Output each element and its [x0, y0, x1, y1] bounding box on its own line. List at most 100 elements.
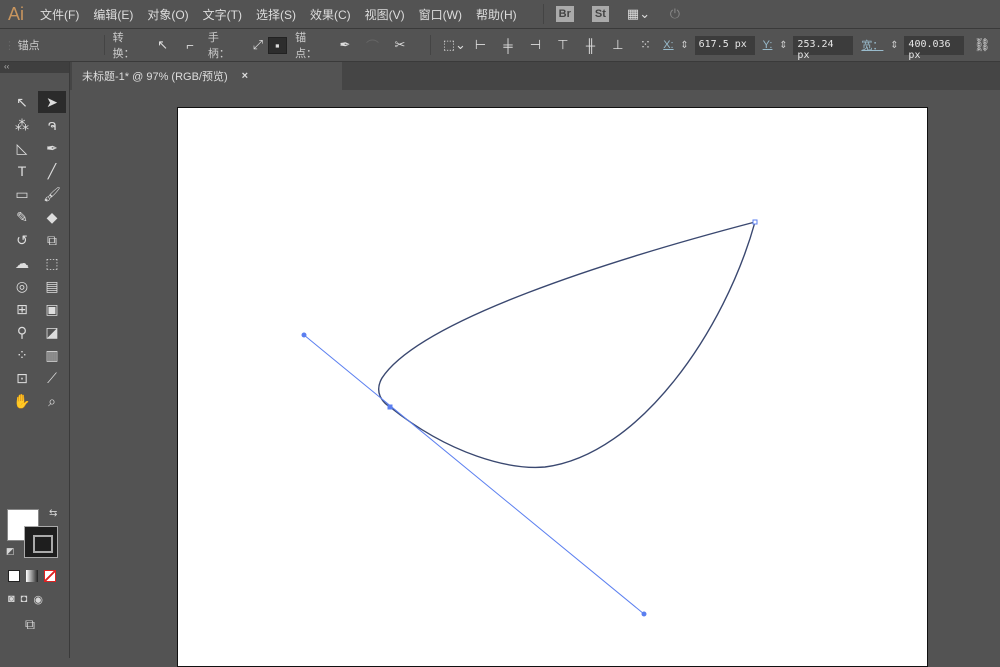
- selected-path[interactable]: [378, 221, 757, 469]
- align-vcenter-icon[interactable]: ╫: [581, 38, 601, 53]
- gradient-mode-icon[interactable]: [26, 570, 38, 582]
- selection-tool-icon[interactable]: ↖: [8, 91, 36, 113]
- color-mode-row: [8, 570, 56, 582]
- draw-normal-icon[interactable]: ◙: [8, 593, 15, 606]
- mesh-tool-icon[interactable]: ⊞: [8, 298, 36, 320]
- connect-anchor-icon[interactable]: ⌒: [363, 36, 383, 55]
- divider: [542, 4, 544, 24]
- handle-point[interactable]: [301, 332, 307, 338]
- y-input[interactable]: 253.24 px: [793, 35, 854, 61]
- hide-handles-icon[interactable]: ▪: [267, 36, 288, 54]
- zoom-tool-icon[interactable]: ⌕: [38, 390, 66, 412]
- convert-corner-icon[interactable]: ↖: [153, 37, 173, 53]
- show-handles-icon[interactable]: ⤢: [248, 37, 268, 53]
- free-transform-tool-icon[interactable]: ⬚: [38, 252, 66, 274]
- anchor-point-selected[interactable]: [387, 404, 393, 410]
- none-mode-icon[interactable]: [44, 570, 56, 582]
- bridge-button[interactable]: Br: [555, 6, 574, 22]
- artboard-align-icon[interactable]: ⬚⌄: [443, 37, 466, 53]
- anchor-point[interactable]: [752, 219, 758, 225]
- pen-tool-icon[interactable]: ✒: [38, 137, 66, 159]
- tab-document[interactable]: 未标题-1* @ 97% (RGB/预览) ×: [72, 62, 342, 90]
- color-mode-icon[interactable]: [8, 570, 20, 582]
- align-left-icon[interactable]: ⊢: [471, 37, 491, 53]
- constrain-link-icon[interactable]: ⛓: [972, 37, 992, 53]
- rotate-tool-icon[interactable]: ↺: [8, 229, 36, 251]
- stroke-swatch[interactable]: [24, 526, 58, 558]
- draw-behind-icon[interactable]: ◘: [21, 593, 28, 606]
- handle-point[interactable]: [641, 611, 647, 617]
- menu-file[interactable]: 文件(F): [40, 6, 79, 23]
- column-graph-tool-icon[interactable]: ▥: [38, 344, 66, 366]
- draw-inside-icon[interactable]: ◉: [33, 593, 43, 606]
- remove-anchor-icon[interactable]: ✒: [335, 37, 355, 53]
- line-segment-tool-icon[interactable]: ◺: [8, 137, 36, 159]
- handles-label: 手柄：: [207, 32, 230, 60]
- screen-mode-icon[interactable]: ⧉: [25, 616, 35, 633]
- divider: [103, 35, 105, 55]
- divider: [429, 35, 431, 55]
- collapse-button[interactable]: ‹‹: [0, 62, 69, 73]
- width-field: 宽： ⇕ 400.036 px: [861, 35, 965, 61]
- warp-tool-icon[interactable]: ☁: [8, 252, 36, 274]
- gradient-tool-icon[interactable]: ▣: [38, 298, 66, 320]
- y-label: Y:: [762, 39, 773, 51]
- workspace-layout-icon[interactable]: ▦⌄: [627, 6, 650, 22]
- rectangle-tool-icon[interactable]: ▭: [8, 183, 36, 205]
- align-bottom-icon[interactable]: ⊥: [608, 37, 628, 53]
- align-right-icon[interactable]: ⊣: [526, 37, 546, 53]
- menu-help[interactable]: 帮助(H): [476, 6, 517, 23]
- direct-selection-tool-icon[interactable]: ➤: [38, 91, 66, 113]
- tools-panel: ‹‹ ↖ ➤ ⁂ ຈ ◺ ✒ T ╱ ▭ 🖌 ✎ ◆ ↺ ⧉ ☁ ⬚ ◎ ▤ ⊞…: [0, 62, 70, 658]
- close-tab-icon[interactable]: ×: [242, 70, 248, 82]
- y-stepper[interactable]: ⇕: [776, 40, 790, 51]
- scale-tool-icon[interactable]: ⧉: [38, 229, 66, 251]
- menu-window[interactable]: 窗口(W): [419, 6, 462, 23]
- shape-builder-tool-icon[interactable]: ◎: [8, 275, 36, 297]
- slice-tool-icon[interactable]: ⟋: [38, 367, 66, 389]
- eyedropper-tool-icon[interactable]: ⚲: [8, 321, 36, 343]
- x-input[interactable]: 617.5 px: [694, 35, 755, 55]
- perspective-grid-tool-icon[interactable]: ▤: [38, 275, 66, 297]
- anchors-label: 锚点：: [295, 32, 318, 60]
- stock-button[interactable]: St: [591, 6, 609, 22]
- type-tool-icon[interactable]: T: [8, 160, 36, 182]
- eraser-tool-icon[interactable]: ◆: [38, 206, 66, 228]
- convert-smooth-icon[interactable]: ⌐: [180, 38, 200, 53]
- tab-title: 未标题-1* @ 97% (RGB/预览): [82, 71, 228, 83]
- y-field: Y: ⇕ 253.24 px: [762, 35, 854, 61]
- width-stepper[interactable]: ⇕: [887, 40, 901, 51]
- align-hcenter-icon[interactable]: ╪: [498, 38, 518, 53]
- menu-object[interactable]: 对象(O): [147, 6, 188, 23]
- lasso-tool-icon[interactable]: ຈ: [38, 114, 66, 136]
- line-tool-icon[interactable]: ╱: [38, 160, 66, 182]
- menu-effect[interactable]: 效果(C): [310, 6, 351, 23]
- direction-line: [303, 334, 645, 615]
- menu-edit[interactable]: 编辑(E): [93, 6, 133, 23]
- menu-select[interactable]: 选择(S): [256, 6, 296, 23]
- app-logo: Ai: [8, 3, 25, 24]
- default-colors-icon[interactable]: ◩: [6, 546, 15, 557]
- reference-point-icon[interactable]: ⁙: [636, 37, 656, 53]
- document-tabs: 未标题-1* @ 97% (RGB/预览) ×: [70, 62, 1000, 90]
- magic-wand-tool-icon[interactable]: ⁂: [8, 114, 36, 136]
- artboard-tool-icon[interactable]: ⊡: [8, 367, 36, 389]
- blend-tool-icon[interactable]: ◪: [38, 321, 66, 343]
- menu-type[interactable]: 文字(T): [203, 6, 242, 23]
- x-field: X: ⇕ 617.5 px: [663, 35, 755, 55]
- shaper-tool-icon[interactable]: ✎: [8, 206, 36, 228]
- width-input[interactable]: 400.036 px: [904, 35, 965, 61]
- x-stepper[interactable]: ⇕: [678, 40, 692, 51]
- draw-mode-row: ◙ ◘ ◉: [8, 593, 43, 606]
- swap-colors-icon[interactable]: ⇆: [49, 508, 57, 519]
- cut-path-icon[interactable]: ✂: [390, 37, 410, 53]
- convert-label: 转换：: [112, 32, 135, 60]
- canvas-area[interactable]: [71, 90, 1000, 667]
- control-bar: ⋮ 锚点 转换： ↖ ⌐ 手柄： ⤢ ▪ 锚点： ✒ ⌒ ✂ ⬚⌄ ⊢ ╪ ⊣ …: [0, 29, 1000, 62]
- symbol-sprayer-tool-icon[interactable]: ⁘: [8, 344, 36, 366]
- sync-icon[interactable]: ⏻: [665, 6, 685, 22]
- menu-view[interactable]: 视图(V): [365, 6, 405, 23]
- hand-tool-icon[interactable]: ✋: [8, 390, 36, 412]
- align-top-icon[interactable]: ⊤: [553, 37, 573, 53]
- paintbrush-tool-icon[interactable]: 🖌: [38, 183, 66, 205]
